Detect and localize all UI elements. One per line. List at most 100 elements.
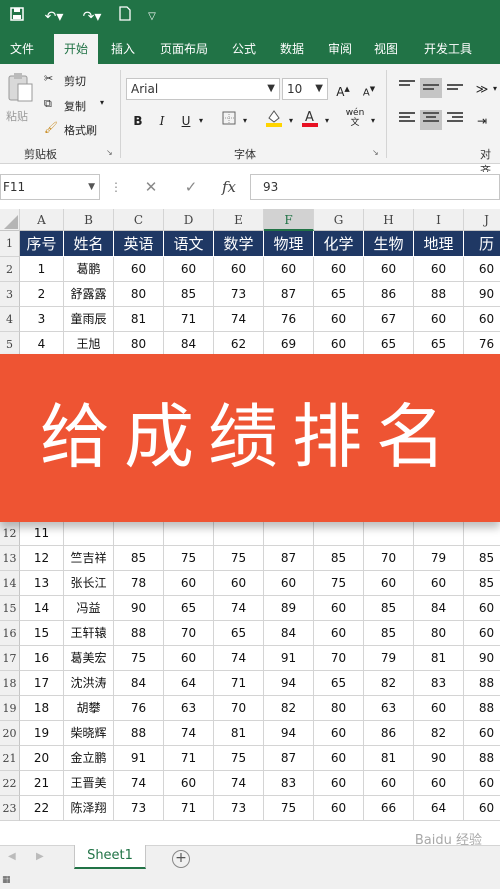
table-cell[interactable]: 71: [214, 671, 264, 696]
row-header[interactable]: 14: [0, 571, 20, 596]
table-cell[interactable]: 65: [164, 596, 214, 621]
column-header-c[interactable]: C: [114, 209, 164, 231]
header-cell[interactable]: 数学: [214, 231, 264, 257]
table-cell[interactable]: 75: [114, 646, 164, 671]
column-header-f[interactable]: F: [264, 209, 314, 231]
table-cell[interactable]: [114, 521, 164, 546]
table-cell[interactable]: [364, 521, 414, 546]
table-cell[interactable]: 20: [20, 746, 64, 771]
table-cell[interactable]: 70: [214, 696, 264, 721]
table-cell[interactable]: 15: [20, 621, 64, 646]
macro-record-icon[interactable]: ▦: [2, 875, 11, 885]
insert-function-icon[interactable]: fx: [214, 174, 244, 200]
table-cell[interactable]: 88: [114, 721, 164, 746]
select-all-corner[interactable]: [0, 209, 20, 231]
font-name-select[interactable]: Arial ▼: [126, 78, 280, 100]
column-header-j[interactable]: J: [464, 209, 500, 231]
table-cell[interactable]: 60: [464, 621, 500, 646]
table-cell[interactable]: 84: [114, 671, 164, 696]
copy-button[interactable]: 复制: [64, 98, 86, 114]
name-box[interactable]: F11 ▼: [0, 174, 100, 200]
chevron-down-icon[interactable]: ▾: [322, 111, 332, 131]
table-cell[interactable]: 84: [414, 596, 464, 621]
table-cell[interactable]: [64, 521, 114, 546]
row-header[interactable]: 19: [0, 696, 20, 721]
column-header-e[interactable]: E: [214, 209, 264, 231]
font-size-select[interactable]: 10 ▼: [282, 78, 328, 100]
table-cell[interactable]: 60: [164, 771, 214, 796]
row-header[interactable]: 3: [0, 282, 20, 307]
row-header[interactable]: 21: [0, 746, 20, 771]
table-cell[interactable]: 80: [314, 696, 364, 721]
table-cell[interactable]: 75: [214, 746, 264, 771]
table-cell[interactable]: 60: [264, 571, 314, 596]
worksheet-grid[interactable]: A B C D E F G H I J 1 序号 姓名 英语 语文 数学 物理 化学 生物 地理历 2 1 葛鹏 60 60 60…: [0, 209, 500, 845]
table-cell[interactable]: 65: [314, 282, 364, 307]
table-cell[interactable]: 88: [464, 696, 500, 721]
redo-icon[interactable]: ↷▾: [76, 6, 108, 28]
table-cell[interactable]: 童雨辰: [64, 307, 114, 332]
tab-page-layout[interactable]: 页面布局: [152, 34, 216, 64]
table-cell[interactable]: 80: [114, 282, 164, 307]
table-cell[interactable]: 78: [114, 571, 164, 596]
row-header[interactable]: 15: [0, 596, 20, 621]
table-cell[interactable]: 1: [20, 257, 64, 282]
align-bottom-icon[interactable]: [444, 78, 466, 98]
table-cell[interactable]: 81: [214, 721, 264, 746]
table-cell[interactable]: 60: [464, 307, 500, 332]
tab-developer[interactable]: 开发工具: [416, 34, 480, 64]
chevron-down-icon[interactable]: ▾: [196, 111, 206, 131]
table-cell[interactable]: 85: [364, 596, 414, 621]
decrease-font-icon[interactable]: A▼: [360, 79, 378, 99]
table-cell[interactable]: 60: [414, 771, 464, 796]
table-cell[interactable]: 14: [20, 596, 64, 621]
table-cell[interactable]: 88: [464, 671, 500, 696]
table-cell[interactable]: 张长江: [64, 571, 114, 596]
table-cell[interactable]: [164, 521, 214, 546]
table-cell[interactable]: 85: [114, 546, 164, 571]
table-cell[interactable]: 84: [264, 621, 314, 646]
table-cell[interactable]: 64: [414, 796, 464, 821]
table-cell[interactable]: 11: [20, 521, 64, 546]
table-cell[interactable]: 60: [464, 596, 500, 621]
table-cell[interactable]: 88: [464, 746, 500, 771]
tab-insert[interactable]: 插入: [104, 34, 142, 64]
table-cell[interactable]: 60: [164, 257, 214, 282]
table-cell[interactable]: 60: [364, 771, 414, 796]
table-cell[interactable]: 73: [114, 796, 164, 821]
table-cell[interactable]: 73: [214, 796, 264, 821]
table-cell[interactable]: 60: [314, 796, 364, 821]
table-cell[interactable]: 21: [20, 771, 64, 796]
table-cell[interactable]: 70: [314, 646, 364, 671]
table-cell[interactable]: 63: [164, 696, 214, 721]
table-cell[interactable]: 91: [114, 746, 164, 771]
table-cell[interactable]: 王轩辕: [64, 621, 114, 646]
table-cell[interactable]: 85: [464, 571, 500, 596]
table-cell[interactable]: 67: [364, 307, 414, 332]
table-cell[interactable]: 71: [164, 746, 214, 771]
column-header-g[interactable]: G: [314, 209, 364, 231]
tab-data[interactable]: 数据: [272, 34, 312, 64]
table-cell[interactable]: 60: [164, 571, 214, 596]
column-header-h[interactable]: H: [364, 209, 414, 231]
header-cell[interactable]: 序号: [20, 231, 64, 257]
table-cell[interactable]: 88: [414, 282, 464, 307]
table-cell[interactable]: 90: [414, 746, 464, 771]
table-cell[interactable]: 60: [364, 257, 414, 282]
table-cell[interactable]: 22: [20, 796, 64, 821]
fill-color-icon[interactable]: [264, 108, 284, 128]
table-cell[interactable]: 94: [264, 721, 314, 746]
sheet-tab-sheet1[interactable]: Sheet1: [74, 845, 146, 869]
table-cell[interactable]: 60: [314, 621, 364, 646]
tab-view[interactable]: 视图: [366, 34, 406, 64]
underline-button[interactable]: U: [178, 111, 194, 131]
bold-button[interactable]: B: [130, 111, 146, 131]
table-cell[interactable]: 19: [20, 721, 64, 746]
table-cell[interactable]: 60: [464, 721, 500, 746]
row-header[interactable]: 1: [0, 231, 20, 257]
row-header[interactable]: 12: [0, 521, 20, 546]
scissors-icon[interactable]: ✂: [44, 72, 53, 85]
table-cell[interactable]: 3: [20, 307, 64, 332]
table-cell[interactable]: 65: [314, 671, 364, 696]
table-cell[interactable]: 74: [114, 771, 164, 796]
